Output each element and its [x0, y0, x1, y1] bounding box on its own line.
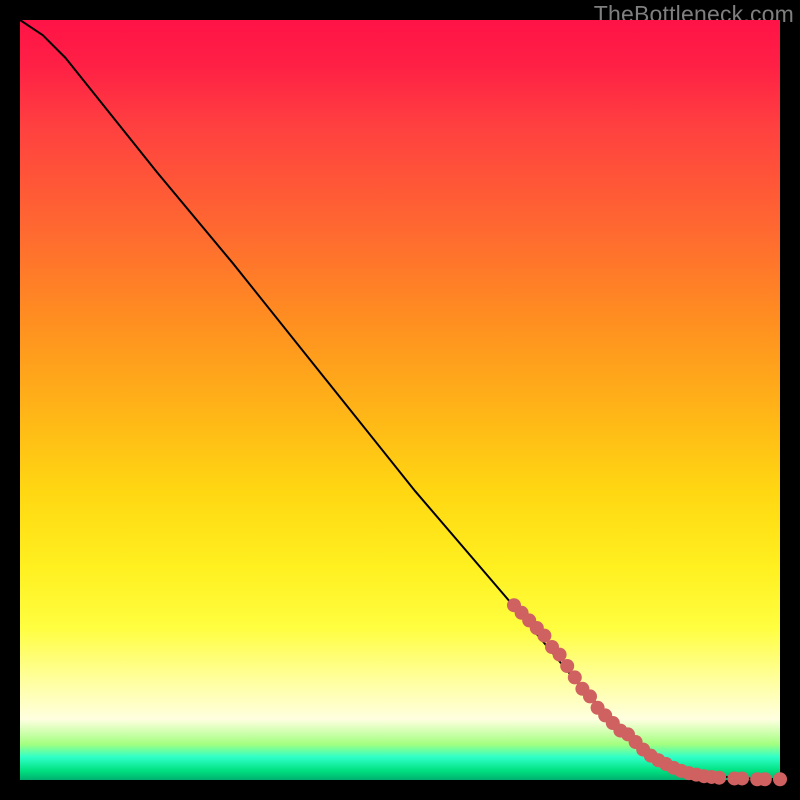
- data-point: [560, 659, 574, 673]
- chart-svg: [20, 20, 780, 780]
- curve-line: [20, 20, 780, 779]
- data-point: [735, 771, 749, 785]
- data-point: [537, 629, 551, 643]
- data-point: [568, 670, 582, 684]
- data-point: [553, 648, 567, 662]
- curve-markers: [507, 598, 787, 786]
- data-point: [758, 772, 772, 786]
- chart-stage: TheBottleneck.com: [0, 0, 800, 800]
- data-point: [773, 772, 787, 786]
- plot-area: [20, 20, 780, 780]
- data-point: [583, 689, 597, 703]
- data-point: [712, 771, 726, 785]
